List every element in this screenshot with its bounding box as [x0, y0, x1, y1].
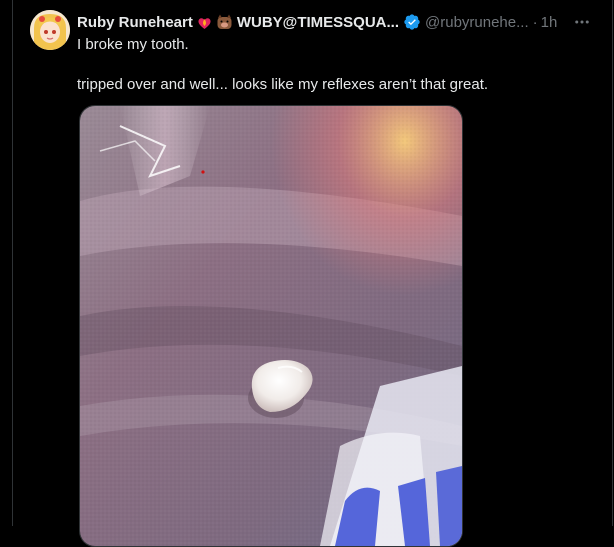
tweet-text: I broke my tooth. tripped over and well.… — [77, 35, 597, 95]
post-timestamp[interactable]: 1h — [541, 14, 558, 31]
separator-dot: · — [532, 13, 538, 31]
tweet-text-line: tripped over and well... looks like my r… — [77, 76, 489, 93]
author-display-name[interactable]: Ruby Runeheart — [77, 14, 193, 31]
author-handle[interactable]: @rubyrunehe... — [425, 14, 529, 31]
tweet-header: Ruby Runeheart WUBY@TIMESSQUA... @rubyru… — [77, 11, 605, 33]
more-horizontal-icon[interactable] — [571, 11, 593, 33]
timeline-border-right — [612, 0, 613, 526]
author-secondary-name[interactable]: WUBY@TIMESSQUA... — [237, 14, 399, 31]
verified-badge-icon[interactable] — [403, 13, 421, 31]
tweet-photo[interactable] — [79, 105, 463, 547]
flame-heart-emoji-icon — [196, 14, 213, 31]
broken-tooth-photo — [80, 106, 462, 546]
boar-emoji-icon — [216, 14, 233, 31]
avatar[interactable] — [30, 10, 70, 50]
tweet-post[interactable]: Ruby Runeheart WUBY@TIMESSQUA... @rubyru… — [13, 0, 612, 547]
tweet-text-line: I broke my tooth. — [77, 36, 189, 53]
